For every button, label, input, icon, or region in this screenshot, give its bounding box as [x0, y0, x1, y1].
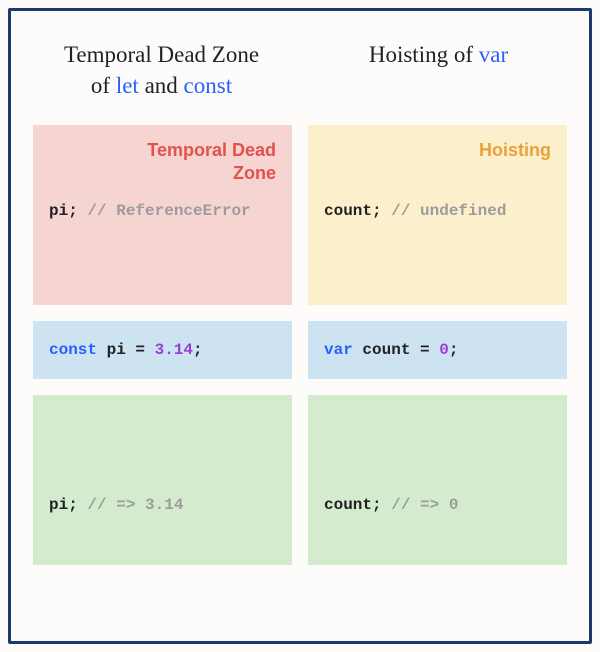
- code-semi-left: ;: [193, 341, 203, 359]
- comment-reference-error: // ReferenceError: [78, 202, 251, 220]
- tdz-label: Temporal Dead Zone: [49, 139, 276, 184]
- code-var-decl: var count = 0;: [324, 341, 458, 359]
- code-const-decl: const pi = 3.14;: [49, 341, 203, 359]
- grid: Temporal Dead Zone pi; // ReferenceError…: [33, 125, 567, 619]
- keyword-let: let: [116, 73, 139, 98]
- code-hoist-before: count; // undefined: [324, 202, 551, 220]
- header-left-line1: Temporal Dead Zone: [64, 42, 259, 67]
- code-pi-ref: pi;: [49, 202, 78, 220]
- tdz-label-line2: Zone: [233, 163, 276, 183]
- header-right-text: Hoisting of: [369, 42, 479, 67]
- keyword-var-title: var: [479, 42, 508, 67]
- header-right: Hoisting of var: [310, 39, 567, 101]
- code-pi-assign: pi =: [97, 341, 155, 359]
- keyword-const-code: const: [49, 341, 97, 359]
- cell-var-declaration: var count = 0;: [308, 321, 567, 379]
- comment-pi-value: // => 3.14: [78, 496, 184, 514]
- diagram-frame: Temporal Dead Zone of let and const Hois…: [8, 8, 592, 644]
- header-left: Temporal Dead Zone of let and const: [33, 39, 290, 101]
- header-left-and: and: [139, 73, 184, 98]
- keyword-const: const: [184, 73, 233, 98]
- literal-pi: 3.14: [155, 341, 193, 359]
- code-tdz-before: pi; // ReferenceError: [49, 202, 276, 220]
- code-count-ref: count;: [324, 202, 382, 220]
- code-pi-after: pi; // => 3.14: [49, 496, 183, 514]
- code-semi-right: ;: [449, 341, 459, 359]
- code-count-after: count; // => 0: [324, 496, 458, 514]
- comment-count-value: // => 0: [382, 496, 459, 514]
- cell-pi-after: pi; // => 3.14: [33, 395, 292, 565]
- keyword-var-code: var: [324, 341, 353, 359]
- row-after-declaration: pi; // => 3.14 count; // => 0: [33, 395, 567, 565]
- cell-count-after: count; // => 0: [308, 395, 567, 565]
- header-row: Temporal Dead Zone of let and const Hois…: [33, 39, 567, 101]
- cell-hoist-before: Hoisting count; // undefined: [308, 125, 567, 305]
- cell-const-declaration: const pi = 3.14;: [33, 321, 292, 379]
- hoisting-label: Hoisting: [324, 139, 551, 162]
- row-before-declaration: Temporal Dead Zone pi; // ReferenceError…: [33, 125, 567, 305]
- header-left-of: of: [91, 73, 116, 98]
- comment-undefined: // undefined: [382, 202, 507, 220]
- code-count-ref2: count;: [324, 496, 382, 514]
- cell-tdz-before: Temporal Dead Zone pi; // ReferenceError: [33, 125, 292, 305]
- tdz-label-line1: Temporal Dead: [147, 140, 276, 160]
- row-declaration: const pi = 3.14; var count = 0;: [33, 321, 567, 379]
- code-pi-ref2: pi;: [49, 496, 78, 514]
- code-count-assign: count =: [353, 341, 439, 359]
- literal-zero: 0: [439, 341, 449, 359]
